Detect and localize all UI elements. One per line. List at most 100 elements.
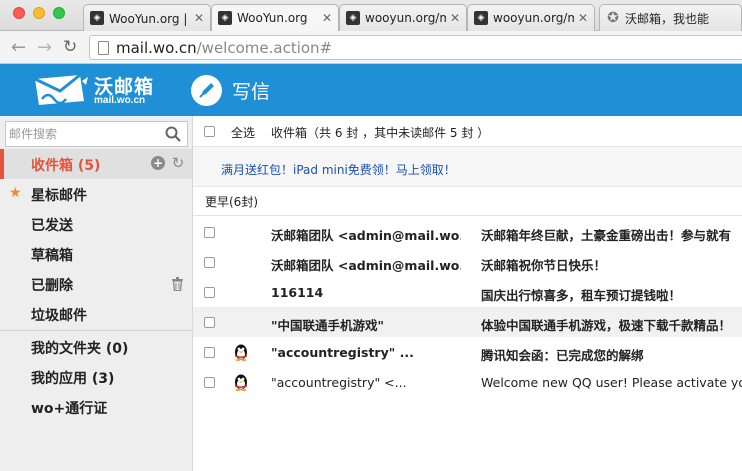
tab-title: WooYun.org | 自 [109, 11, 190, 26]
tab-title: wooyun.org/m [493, 11, 574, 25]
row-checkbox[interactable] [204, 317, 215, 328]
group-header: 更早(6封) [205, 195, 258, 209]
mail-subject: Welcome new QQ user! Please activate yo [481, 375, 742, 390]
row-checkbox[interactable] [204, 377, 215, 388]
inbox-tools: + ↻ [151, 154, 185, 172]
row-checkbox[interactable] [204, 257, 215, 268]
sidebar-item-wo-pass[interactable]: wo+通行证 [0, 392, 192, 422]
pen-icon [191, 74, 222, 106]
mail-header: 沃邮箱 mail.wo.cn 写信 [0, 64, 742, 116]
mail-row[interactable]: 沃邮箱团队 <admin@mail.wo.cn> 沃邮箱祝你节日快乐！ [193, 247, 742, 277]
mail-row[interactable]: 116114 国庆出行惊喜多，租车预订提钱啦！ [193, 277, 742, 307]
url-host: mail.wo.cn [116, 38, 197, 57]
compose-button[interactable]: 写信 [191, 74, 270, 106]
sidebar-item-my-apps[interactable]: 我的应用 (3) [0, 362, 192, 392]
sidebar-item-inbox[interactable]: 收件箱 (5) + ↻ [0, 149, 192, 179]
trash-icon[interactable] [171, 277, 184, 295]
wooyun-favicon-icon: ◈ [474, 11, 488, 25]
mail-sender: 116114 [271, 285, 324, 300]
promo-banner: 满月送红包！iPad mini免费领！马上领取！ [193, 147, 742, 187]
row-checkbox[interactable] [204, 347, 215, 358]
tab-close-icon[interactable]: ✕ [194, 11, 204, 25]
folder-summary: 收件箱（共 6 封 ，其中未读邮件 5 封 ） [271, 126, 490, 140]
sidebar-item-sent[interactable]: 已发送 [0, 209, 192, 239]
mail-list-panel: 全选 收件箱（共 6 封 ，其中未读邮件 5 封 ） 满月送红包！iPad mi… [193, 116, 742, 471]
browser-tab-1[interactable]: ◈ WooYun.org | 自 ✕ [83, 4, 211, 31]
mail-sender: "中国联通手机游戏" [271, 318, 385, 333]
address-bar[interactable]: mail.wo.cn/welcome.action# [89, 35, 742, 60]
row-checkbox[interactable] [204, 227, 215, 238]
mail-subject: 国庆出行惊喜多，租车预订提钱啦！ [481, 288, 682, 303]
window-minimize-button[interactable] [33, 7, 45, 19]
logo-domain: mail.wo.cn [94, 95, 146, 106]
window-close-button[interactable] [13, 7, 25, 19]
tab-close-icon[interactable]: ✕ [578, 11, 588, 25]
refresh-icon[interactable]: ↻ [171, 154, 185, 172]
mail-subject: 体验中国联通手机游戏，极速下载千款精品！ [481, 318, 732, 333]
tab-close-icon[interactable]: ✕ [450, 11, 460, 25]
sidebar-item-label: 已删除 [31, 278, 73, 294]
sidebar-item-label: 我的文件夹 (0) [31, 341, 129, 357]
wo-mail-logo[interactable]: 沃邮箱 mail.wo.cn [32, 71, 156, 111]
sidebar: 收件箱 (5) + ↻ ★ 星标邮件 已发送 草稿箱 已删除 垃圾邮件 我的文件… [0, 116, 193, 471]
mail-row[interactable]: "中国联通手机游戏" 体验中国联通手机游戏，极速下载千款精品！ [193, 307, 742, 337]
add-folder-icon[interactable]: + [151, 156, 165, 170]
tab-title: wooyun.org/m [365, 11, 446, 25]
search-input[interactable] [6, 122, 156, 146]
url-path: /welcome.action# [196, 38, 333, 57]
compose-label: 写信 [232, 80, 271, 103]
sidebar-item-label: wo+通行证 [31, 401, 108, 417]
mail-sender: 沃邮箱团队 <admin@mail.wo.cn> [271, 258, 461, 273]
tab-title: 沃邮箱，我也能 [625, 11, 710, 26]
mail-row[interactable]: "accountregistry" <... Welcome new QQ us… [193, 367, 742, 397]
qq-penguin-icon [233, 343, 249, 364]
select-all-checkbox[interactable] [204, 126, 215, 137]
row-checkbox[interactable] [204, 287, 215, 298]
sidebar-divider [0, 330, 192, 331]
qq-penguin-icon [233, 373, 249, 394]
sidebar-item-label: 已发送 [31, 218, 73, 234]
wooyun-favicon-icon: ◈ [346, 11, 360, 25]
group-divider [193, 215, 742, 216]
browser-tab-4[interactable]: ◈ wooyun.org/m ✕ [467, 4, 595, 31]
sidebar-item-my-folders[interactable]: 我的文件夹 (0) [0, 332, 192, 362]
mail-row[interactable]: 沃邮箱团队 <admin@mail.wo.cn> 沃邮箱年终巨献，土豪金重磅出击… [193, 217, 742, 247]
mail-subject: 沃邮箱年终巨献，土豪金重磅出击！参与就有 [481, 228, 732, 243]
sidebar-item-label: 星标邮件 [31, 188, 87, 204]
wooyun-favicon-icon: ◈ [90, 11, 104, 25]
list-toolbar: 全选 收件箱（共 6 封 ，其中未读邮件 5 封 ） [193, 116, 742, 147]
tab-title: WooYun.org [237, 11, 308, 25]
sidebar-item-label: 垃圾邮件 [31, 308, 87, 324]
reload-icon[interactable]: ↻ [63, 37, 77, 57]
window-zoom-button[interactable] [53, 7, 65, 19]
tab-close-icon[interactable]: ✕ [322, 11, 332, 25]
mail-sender: "accountregistry" ... [271, 345, 414, 360]
page-icon [98, 41, 109, 55]
star-favicon-icon: ✪ [607, 10, 619, 26]
mail-row[interactable]: "accountregistry" ... 腾讯知会函：已完成您的解绑 [193, 337, 742, 367]
browser-tab-2[interactable]: ◈ WooYun.org ✕ [211, 4, 339, 31]
back-arrow-icon[interactable]: ← [11, 37, 26, 58]
wooyun-favicon-icon: ◈ [218, 11, 232, 25]
browser-tab-3[interactable]: ◈ wooyun.org/m ✕ [339, 4, 467, 31]
browser-toolbar: ← → ↻ mail.wo.cn/welcome.action# [0, 31, 742, 64]
sidebar-item-label: 草稿箱 [31, 248, 73, 264]
search-icon[interactable] [165, 126, 181, 146]
sidebar-item-label: 我的应用 (3) [31, 371, 115, 387]
promo-link[interactable]: 满月送红包！iPad mini免费领！马上领取！ [221, 161, 456, 178]
sidebar-item-starred[interactable]: ★ 星标邮件 [0, 179, 192, 209]
browser-tab-strip: ◈ WooYun.org | 自 ✕ ◈ WooYun.org ✕ ◈ wooy… [0, 0, 742, 31]
forward-arrow-icon[interactable]: → [37, 37, 52, 58]
sidebar-item-spam[interactable]: 垃圾邮件 [0, 299, 192, 329]
browser-tab-5[interactable]: ✪ 沃邮箱，我也能 [599, 4, 742, 31]
envelope-logo-icon [34, 73, 88, 105]
mail-subject: 沃邮箱祝你节日快乐！ [481, 258, 607, 273]
mail-subject: 腾讯知会函：已完成您的解绑 [481, 348, 644, 363]
star-icon: ★ [9, 185, 22, 201]
sidebar-item-deleted[interactable]: 已删除 [0, 269, 192, 299]
sidebar-item-drafts[interactable]: 草稿箱 [0, 239, 192, 269]
mail-search-box [5, 121, 188, 147]
mail-sender: 沃邮箱团队 <admin@mail.wo.cn> [271, 228, 461, 243]
mail-sender: "accountregistry" <... [271, 375, 407, 390]
select-all-label[interactable]: 全选 [231, 124, 255, 141]
